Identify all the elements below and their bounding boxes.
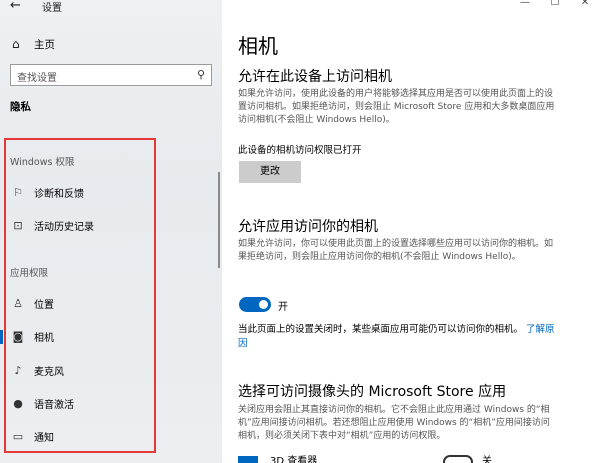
back-arrow-icon[interactable]: ←: [10, 0, 21, 13]
app-name: 3D 查看器: [270, 456, 318, 463]
home-label: 主页: [34, 38, 55, 51]
close-button[interactable]: ✕: [570, 0, 600, 8]
page-title: 相机: [238, 34, 278, 58]
sidebar-scrollbar[interactable]: [218, 172, 220, 268]
app-icon: [238, 456, 258, 463]
home-icon: ⌂: [12, 37, 20, 51]
app-access-description: 如果允许访问，你可以使用此页面上的设置选择哪些应用可以访问你的相机。如果拒绝访问…: [238, 239, 554, 262]
app-access-note: 当此页面上的设置关闭时，某些桌面应用可能仍可以访问你的相机。 了解原因: [238, 323, 558, 351]
main-content: — ☐ ✕ 相机 允许在此设备上访问相机 如果允许访问，使用此设备的用户将能够选…: [222, 0, 600, 463]
search-placeholder: 查找设置: [17, 73, 57, 84]
device-access-status: 此设备的相机访问权限已打开: [238, 145, 362, 156]
change-button[interactable]: 更改: [239, 161, 301, 183]
toggle-state-label: 开: [278, 302, 288, 313]
active-indicator: [0, 330, 3, 344]
toggle-knob: [259, 300, 268, 309]
device-access-description: 如果允许访问，使用此设备的用户将能够选择其应用是否可以使用此页面上的设置访问相机…: [238, 89, 555, 125]
maximize-button[interactable]: ☐: [540, 0, 570, 8]
app-row-3d-viewer: 3D 查看器 关: [238, 452, 588, 463]
section-title: 隐私: [10, 101, 31, 113]
title-bar: ← 设置: [0, 0, 222, 14]
app-toggle-label: 关: [482, 456, 492, 463]
app-access-heading: 允许应用访问你的相机: [238, 219, 378, 235]
sidebar-item-home[interactable]: ⌂ 主页: [12, 36, 55, 52]
window-controls: — ☐ ✕: [510, 0, 600, 8]
search-input[interactable]: 查找设置 ⚲: [10, 64, 212, 86]
app-title: 设置: [42, 3, 62, 14]
store-apps-heading: 选择可访问摄像头的 Microsoft Store 应用: [238, 384, 507, 400]
sidebar: ← 设置 ⌂ 主页 查找设置 ⚲ 隐私 Windows 权限 ⚐ 诊断和反馈 ⊡…: [0, 0, 222, 463]
highlight-box: [4, 138, 156, 453]
device-access-heading: 允许在此设备上访问相机: [238, 69, 392, 85]
store-apps-description: 关闭应用会阻止其直接访问你的相机。它不会阻止此应用通过 Windows 的“相机…: [238, 405, 550, 441]
note-text: 当此页面上的设置关闭时，某些桌面应用可能仍可以访问你的相机。: [238, 324, 524, 335]
minimize-button[interactable]: —: [510, 0, 540, 8]
search-icon[interactable]: ⚲: [197, 68, 205, 81]
app-access-toggle[interactable]: [239, 297, 271, 312]
app-toggle[interactable]: [443, 455, 473, 463]
